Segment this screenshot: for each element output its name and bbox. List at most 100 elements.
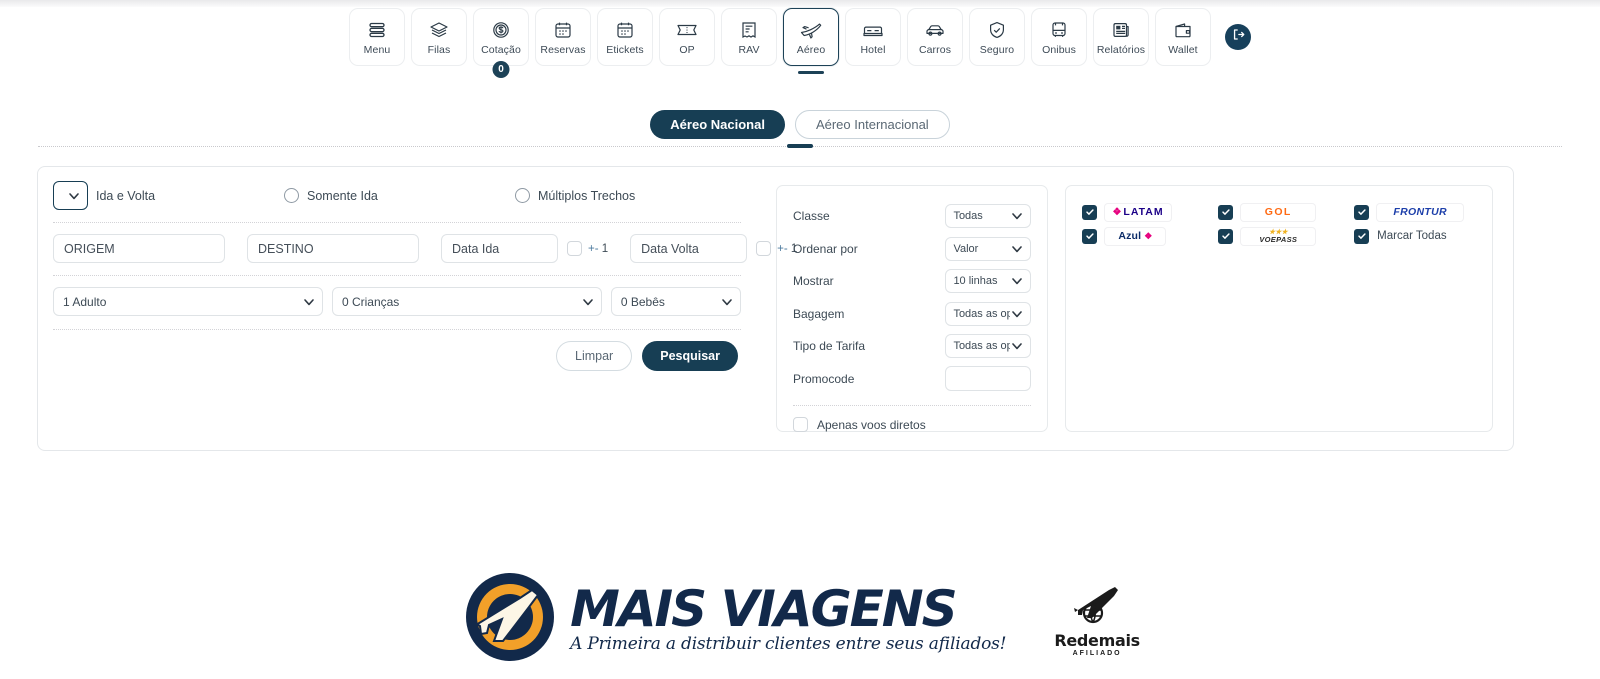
flex-ida-checkbox[interactable]: [567, 241, 582, 256]
azul-logo: Azul ❖: [1105, 227, 1166, 245]
toolbar-item-filas[interactable]: Filas: [411, 8, 467, 66]
toolbar-item-cotacao[interactable]: Cotação 0: [473, 8, 529, 78]
cotacao-count-badge: 0: [492, 61, 510, 78]
filter-row-promocode: Promocode: [793, 363, 1032, 396]
destino-input[interactable]: [247, 234, 419, 263]
calendar-icon: [615, 20, 635, 41]
toolbar-item-rav[interactable]: RAV: [721, 8, 777, 66]
trip-type-multiplos-trechos[interactable]: Múltiplos Trechos: [515, 181, 635, 210]
car-icon: [924, 20, 946, 41]
airline-checkbox[interactable]: [1218, 204, 1234, 220]
data-volta-input[interactable]: [630, 234, 748, 263]
airline-voepass[interactable]: ★★★ VOEPASS: [1218, 224, 1340, 248]
active-tab-indicator: [798, 71, 824, 74]
origem-input[interactable]: [53, 234, 225, 263]
apenas-voos-diretos-row[interactable]: Apenas voos diretos: [793, 417, 1031, 432]
filter-row-ordenar-por: Ordenar por Valor: [793, 233, 1032, 266]
menu-stack-icon: [367, 20, 387, 41]
promocode-input[interactable]: [945, 366, 1032, 392]
toolbar-item-label: RAV: [738, 43, 760, 56]
airline-frontur[interactable]: FRONTUR: [1354, 200, 1476, 224]
toolbar-item-reservas[interactable]: Reservas: [535, 8, 591, 66]
airline-checkbox[interactable]: [1082, 228, 1098, 244]
toolbar-item-op[interactable]: OP: [659, 8, 715, 66]
filter-label: Classe: [793, 209, 830, 224]
toolbar-item-menu[interactable]: Menu: [349, 8, 405, 66]
toolbar-item-hotel[interactable]: Hotel: [845, 8, 901, 66]
tab-active-indicator: [787, 144, 813, 148]
toolbar-item-label: Etickets: [606, 43, 644, 56]
module-toolbar: Menu Filas Cotação 0 Reservas Etickets O…: [0, 8, 1600, 88]
tab-aereo-nacional[interactable]: Aéreo Nacional: [650, 110, 785, 139]
flex-ida-label: +- +- 11: [588, 242, 609, 255]
airlines-panel: ❖ LATAM GOL FRONTUR Azul ❖ ★★★ VOEPASS Marc…: [1065, 185, 1493, 432]
filter-label: Ordenar por: [793, 241, 858, 256]
layers-icon: [429, 20, 449, 41]
adultos-select[interactable]: 1 Adulto: [53, 287, 323, 316]
filters-panel: Classe Todas Ordenar por Valor Mostrar 1…: [776, 185, 1049, 432]
logout-button[interactable]: [1225, 24, 1251, 50]
partner-name: Redemais: [1054, 631, 1140, 650]
latam-logo: ❖ LATAM: [1105, 203, 1171, 221]
filter-label: Promocode: [793, 371, 855, 386]
form-divider: [53, 222, 741, 223]
passengers-row: 1 Adulto 0 Crianças 0 Bebês: [53, 287, 742, 316]
airline-marcar-todas[interactable]: Marcar Todas: [1354, 224, 1476, 248]
tipo-de-tarifa-select[interactable]: Todas as op: [945, 334, 1032, 359]
toolbar-item-relatorios[interactable]: Relatórios: [1093, 8, 1149, 66]
ordenar-por-select[interactable]: Valor: [945, 236, 1032, 261]
bagagem-select[interactable]: Todas as op: [945, 301, 1032, 326]
airline-checkbox[interactable]: [1218, 228, 1234, 244]
bed-icon: [862, 20, 884, 41]
limpar-button[interactable]: Limpar: [556, 341, 633, 371]
footer: MAIS VIAGENS A Primeira a distribuir cli…: [0, 560, 1600, 679]
apenas-voos-diretos-checkbox[interactable]: [793, 417, 808, 432]
airline-azul[interactable]: Azul ❖: [1082, 224, 1204, 248]
toolbar-item-wallet[interactable]: Wallet: [1155, 8, 1211, 66]
airline-latam[interactable]: ❖ LATAM: [1082, 200, 1204, 224]
redemais-partner-logo: Redemais AFILIADO: [1054, 582, 1140, 657]
airline-checkbox[interactable]: [1354, 204, 1370, 220]
trip-type-somente-ida[interactable]: Somente Ida: [284, 181, 515, 210]
radio-icon[interactable]: [53, 181, 88, 210]
airline-checkbox[interactable]: [1082, 204, 1098, 220]
classe-select[interactable]: Todas: [945, 204, 1032, 229]
criancas-select[interactable]: 0 Crianças: [331, 287, 602, 316]
toolbar-item-label: OP: [679, 43, 695, 56]
toolbar-item-seguro[interactable]: Seguro: [969, 8, 1025, 66]
airline-checkbox[interactable]: [1354, 228, 1370, 244]
toolbar-item-aereo[interactable]: Aéreo: [783, 8, 839, 74]
bebes-select[interactable]: 0 Bebês: [610, 287, 742, 316]
apenas-voos-diretos-label: Apenas voos diretos: [817, 417, 926, 432]
flight-scope-tabs: Aéreo Nacional Aéreo Internacional: [0, 110, 1600, 139]
toolbar-item-onibus[interactable]: Onibus: [1031, 8, 1087, 66]
radio-icon[interactable]: [515, 188, 530, 203]
mais-viagens-text: MAIS VIAGENS A Primeira a distribuir cli…: [570, 579, 1006, 654]
trip-type-group: Ida e Volta Somente Ida Múltiplos Trecho…: [53, 181, 741, 210]
mostrar-select[interactable]: 10 linhas: [945, 269, 1032, 294]
trip-type-label: Múltiplos Trechos: [538, 188, 636, 203]
toolbar-item-etickets[interactable]: Etickets: [597, 8, 653, 66]
shield-icon: [987, 20, 1007, 41]
toolbar-item-label: Aéreo: [796, 43, 826, 56]
airline-gol[interactable]: GOL: [1218, 200, 1340, 224]
radio-icon[interactable]: [284, 188, 299, 203]
logout-icon: [1231, 27, 1246, 47]
toolbar-item-carros[interactable]: Carros: [907, 8, 963, 66]
filter-row-bagagem: Bagagem Todas as op: [793, 298, 1032, 331]
filter-row-classe: Classe Todas: [793, 200, 1032, 233]
search-form: Ida e Volta Somente Ida Múltiplos Trecho…: [38, 167, 797, 450]
data-ida-input[interactable]: [441, 234, 558, 263]
tab-aereo-internacional[interactable]: Aéreo Internacional: [794, 110, 950, 139]
form-divider: [53, 329, 741, 330]
trip-type-ida-e-volta[interactable]: Ida e Volta: [53, 181, 284, 210]
route-and-dates-row: +- +- 11 +- 1: [53, 234, 797, 263]
flex-volta-checkbox[interactable]: [756, 241, 772, 256]
pesquisar-button[interactable]: Pesquisar: [642, 341, 738, 371]
redemais-globe-plane-icon: [1069, 582, 1125, 631]
receipt-icon: [739, 20, 759, 41]
toolbar-item-label: Onibus: [1042, 43, 1076, 56]
brand-title: MAIS VIAGENS: [570, 579, 958, 638]
filter-row-mostrar: Mostrar 10 linhas: [793, 265, 1032, 298]
toolbar-item-label: Hotel: [860, 43, 886, 56]
